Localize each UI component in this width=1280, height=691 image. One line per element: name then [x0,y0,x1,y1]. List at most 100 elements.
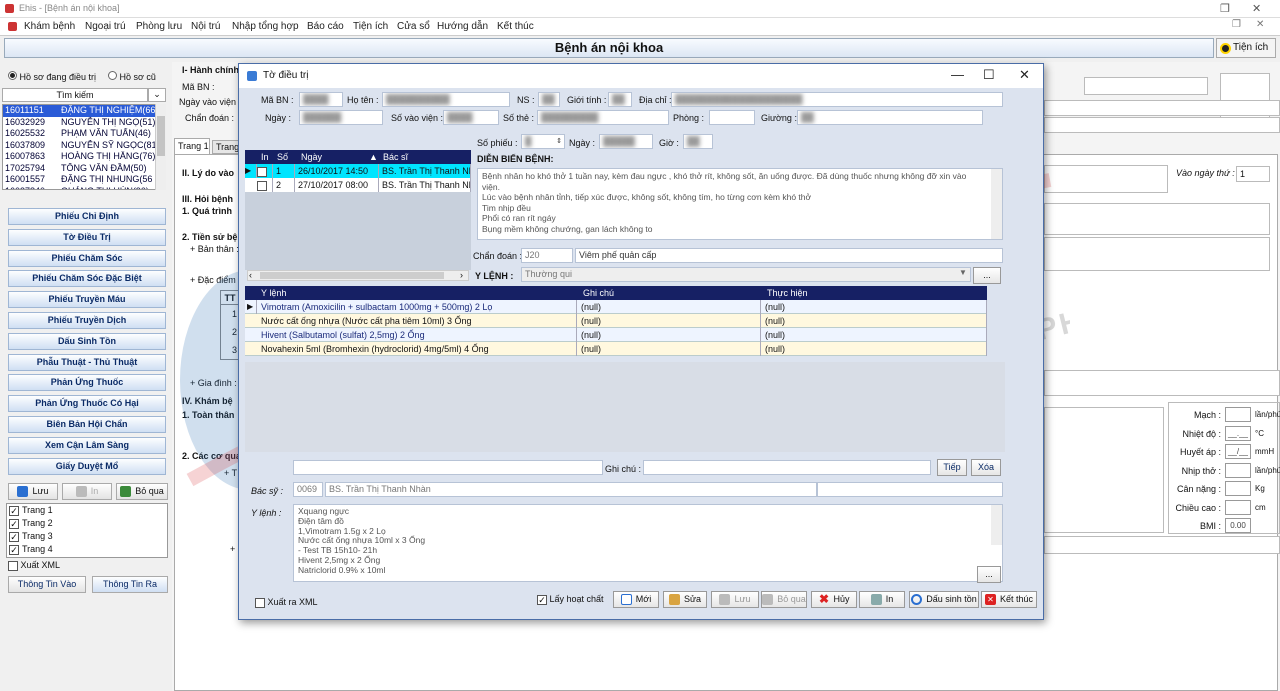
textarea-scrollbar[interactable] [991,169,1002,239]
treatment-grid-scrollbar[interactable]: ‹ › [247,270,469,281]
bg-field[interactable] [1044,370,1280,396]
vital-input[interactable]: __/__ [1225,444,1251,459]
menu-noi-tru[interactable]: Nội trú [191,21,220,32]
dien-bien-textarea[interactable]: Bệnh nhân ho khó thở 1 tuần nay, kèm đau… [477,168,1003,240]
save-button[interactable]: Lưu [8,483,58,500]
so-vao-vien-input[interactable]: ████ [443,110,499,125]
vital-input[interactable] [1225,499,1251,515]
xuat-xml-checkbox[interactable]: Xuất XML [8,560,60,571]
ngay-phieu-input[interactable]: █████ [599,134,653,149]
mdi-restore-icon[interactable]: ❐ [1232,19,1241,30]
tab-trang-1[interactable]: Trang 1 [174,138,210,154]
vital-input[interactable] [1225,462,1251,478]
tien-ich-button[interactable]: Tiện ích [1216,38,1276,58]
close-icon[interactable]: ✕ [1252,2,1261,15]
ngay-input[interactable]: ██████ [299,110,383,125]
patient-row[interactable]: 16037809 NGUYỄN SỸ NGỌC(81) [3,140,165,152]
print-button[interactable]: In [62,483,112,500]
radio-old[interactable]: Hồ sơ cũ [108,71,156,82]
minimize-icon[interactable]: — [951,67,964,82]
so-phieu-input[interactable]: █ ⇕ [521,134,565,149]
patient-list-scrollbar[interactable] [155,104,166,190]
ghi-chu-input[interactable] [643,460,931,475]
maximize-icon[interactable]: ☐ [983,67,995,83]
y-lenh-text-more-button[interactable]: ... [977,566,1001,583]
y-lenh-more-button[interactable]: ... [973,267,1001,284]
tiep-button[interactable]: Tiếp [937,459,967,476]
y-lenh-textarea[interactable]: Xquang ngực Điện tâm đồ 1,Vimotram 1.5g … [293,504,1003,582]
thong-tin-vao-button[interactable]: Thông Tin Vào [8,576,86,593]
menu-kham-benh[interactable]: Khám bệnh [24,21,75,32]
patient-row[interactable]: 16007863 HOÀNG THỊ HẰNG(76) [3,151,165,163]
patient-row[interactable]: 17025794 TỐNG VĂN ĐẦM(50) [3,163,165,175]
app-menu-icon[interactable] [8,22,17,31]
row-checkbox[interactable] [257,164,273,178]
nav-button[interactable]: Phản Ứng Thuốc [8,374,166,392]
radio-current[interactable]: Hồ sơ đang điều trị [8,71,96,82]
menu-bao-cao[interactable]: Báo cáo [307,21,344,32]
patient-row[interactable]: 16025532 PHẠM VĂN TUẤN(46) [3,128,165,140]
page-checkbox-item[interactable]: ✓ Trang 1 [7,504,167,517]
bg-field[interactable] [1044,100,1280,116]
spinner-icon[interactable]: ⇕ [556,135,562,148]
menu-nhap-tong-hop[interactable]: Nhập tổng hợp [232,21,299,32]
y-lenh-row[interactable]: Nước cất ống nhựa (Nước cất pha tiêm 10m… [245,314,987,328]
bg-field[interactable] [1044,203,1270,235]
vital-input[interactable]: 0.00 [1225,518,1251,533]
patient-row[interactable]: 16001557 ĐẶNG THỊ NHUNG(56 [3,174,165,186]
nav-button[interactable]: Biên Bản Hội Chẩn [8,416,166,433]
ns-input[interactable]: ██ [538,92,560,107]
nav-button[interactable]: Phiếu Truyền Dịch [8,312,166,329]
bac-sy-name-input[interactable]: BS. Trần Thị Thanh Nhàn [325,482,817,497]
scrollbar-thumb[interactable] [157,116,165,156]
menu-ngoai-tru[interactable]: Ngoại trú [85,21,126,32]
y-lenh-row[interactable]: ▶ Vimotram (Amoxicilin + sulbactam 1000m… [245,300,987,314]
lay-hoat-chat-checkbox[interactable]: ✓ Lấy hoạt chất [537,594,604,605]
textarea-scrollbar[interactable] [991,505,1002,545]
search-dropdown-icon[interactable]: ⌄ [148,88,166,102]
nav-button[interactable]: Tờ Điều Trị [8,228,166,246]
huy-button[interactable]: ✖ Hủy [811,591,857,608]
chan-doan-code-input[interactable]: J20 [521,248,573,263]
menu-tien-ich[interactable]: Tiện ích [353,21,388,32]
bg-field[interactable] [1044,165,1168,193]
nav-button[interactable]: Phiếu Chỉ Định [8,208,166,225]
bac-sy-code-input[interactable]: 0069 [293,482,323,497]
menu-cua-so[interactable]: Cửa sổ [397,21,430,32]
moi-button[interactable]: Mới [613,591,659,608]
bg-field[interactable] [1084,77,1208,95]
nav-button[interactable]: Phiếu Chăm Sóc Đặc Biệt [8,270,166,288]
y-lenh-row[interactable]: Hivent (Salbutamol (sulfat) 2,5mg) 2 Ống… [245,328,987,342]
patient-list[interactable]: 16011151 ĐẶNG THỊ NGHIỆM(66 16032929 NGUYỄN… [2,104,166,190]
sua-button[interactable]: Sửa [663,591,707,608]
bg-field[interactable] [1044,237,1270,271]
page-checkbox-item[interactable]: ✓ Trang 2 [7,517,167,530]
bg-field[interactable] [1044,407,1164,533]
skip-button[interactable]: Bỏ qua [116,483,168,500]
scroll-right-icon[interactable]: › [460,270,463,280]
y-lenh-type-select[interactable]: Thường qui [521,267,971,282]
close-icon[interactable]: ✕ [1019,67,1030,83]
ho-ten-input[interactable]: ██████████ [382,92,510,107]
nav-button[interactable]: Dấu Sinh Tồn [8,332,166,350]
patient-row[interactable]: 16032929 NGUYỄN THỊ NGỌ(51) [3,117,165,129]
nav-button[interactable]: Xem Cận Lâm Sàng [8,436,166,454]
mdi-close-icon[interactable]: ✕ [1256,19,1264,30]
vital-input[interactable]: __.__ [1225,425,1251,441]
treatment-row[interactable]: 2 27/10/2017 08:00 BS. Trần Thị Thanh Nh… [245,178,471,192]
patient-row[interactable]: 16011151 ĐẶNG THỊ NGHIỆM(66 [3,105,165,117]
vital-input[interactable] [1225,407,1251,422]
nav-button[interactable]: Phiếu Chăm Sóc [8,249,166,267]
page-checkbox-item[interactable]: ✓ Trang 3 [7,530,167,543]
gio-input[interactable]: ██ [683,134,713,149]
gioi-tinh-input[interactable]: ██ [608,92,632,107]
nav-button[interactable]: Giấy Duyệt Mổ [8,457,166,475]
ket-thuc-button[interactable]: ✕ Kết thúc [981,591,1037,608]
xoa-button[interactable]: Xóa [971,459,1001,476]
page-checkbox-item[interactable]: ✓ Trang 4 [7,543,167,556]
xuat-ra-xml-checkbox[interactable]: Xuất ra XML [255,597,318,608]
restore-icon[interactable]: ❐ [1220,2,1230,15]
nav-button[interactable]: Phẫu Thuật - Thủ Thuật [8,353,166,371]
menu-phong-luu[interactable]: Phòng lưu [136,21,182,32]
y-lenh-row[interactable]: Novahexin 5ml (Bromhexin (hydroclorid) 4… [245,342,987,356]
